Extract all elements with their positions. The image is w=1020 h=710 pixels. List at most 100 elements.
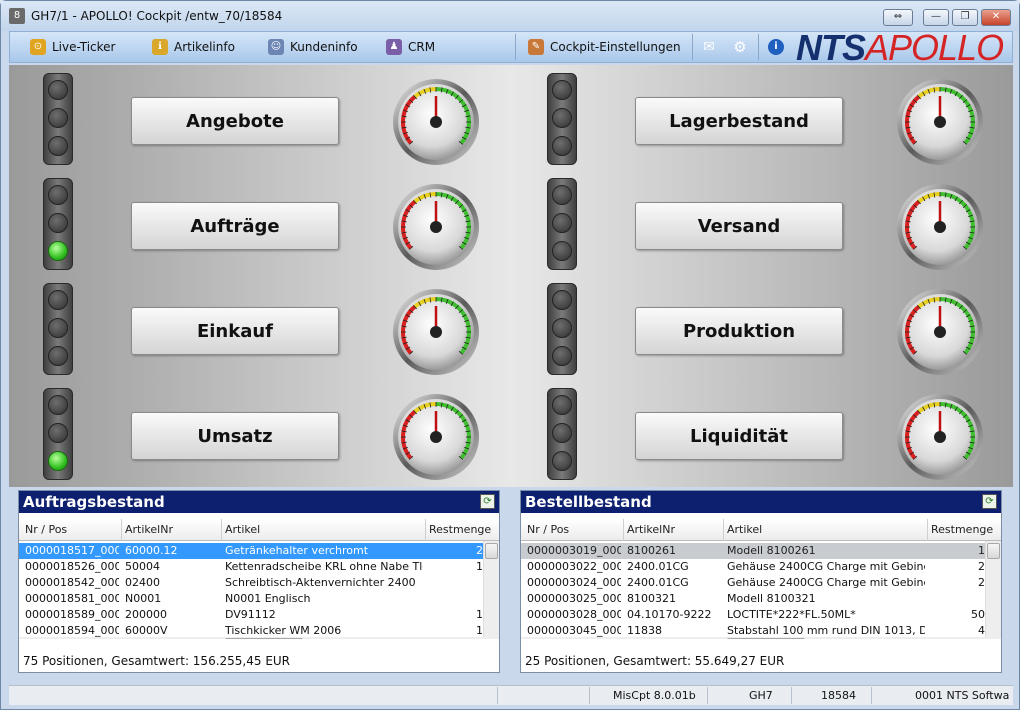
table-row[interactable]: 0000018581_0001 N0001 N0001 Englisch [19, 591, 485, 607]
kpi-button-versand[interactable]: Versand [635, 202, 843, 250]
table-cell: 0000018581_0001 [25, 592, 119, 605]
scroll-thumb[interactable] [727, 638, 805, 639]
kpi-button-angebote[interactable]: Angebote [131, 97, 339, 145]
menu-live-ticker[interactable]: ⊙ Live-Ticker [30, 39, 115, 55]
table-cell: 200000 [125, 608, 167, 621]
menu-label: CRM [408, 40, 436, 54]
gauge-icon[interactable] [896, 78, 984, 166]
table-row[interactable]: 0000003022_0001 2400.01CG Gehäuse 2400CG C… [521, 559, 987, 575]
traffic-light-lamp [48, 185, 68, 205]
table-cell: Gehäuse 2400CG Charge mit Gebinde [727, 576, 925, 589]
table-cell: 0000018517_0001 [25, 544, 119, 557]
menu-artikelinfo[interactable]: ℹ Artikelinfo [152, 39, 235, 55]
status-user: 0001 NTS Softwa [915, 689, 1010, 702]
table-row[interactable]: 0000018542_0001 02400 Schreibtisch-Aktenve… [19, 575, 485, 591]
menu-cockpit-einstellungen[interactable]: ✎ Cockpit-Einstellungen [528, 39, 681, 55]
column-header[interactable]: Artikel [225, 523, 260, 536]
menu-crm[interactable]: ♟ CRM [386, 39, 435, 55]
table-row[interactable]: 0000003019_0001 8100261 Modell 8100261 1 [521, 543, 987, 559]
gauge-icon[interactable] [896, 393, 984, 481]
traffic-light [43, 73, 73, 165]
status-separator [497, 687, 498, 704]
traffic-light [547, 388, 577, 480]
close-button[interactable]: ✕ [981, 9, 1011, 26]
mail-button[interactable]: ✉ [701, 39, 717, 55]
traffic-light-lamp [48, 290, 68, 310]
cockpit-dashboard: Angebote Aufträge Einkauf Umsatz Lagerbe… [9, 65, 1013, 487]
table-cell: 2 [978, 576, 985, 589]
column-header[interactable]: Nr / Pos [25, 523, 67, 536]
scroll-thumb[interactable] [485, 543, 498, 559]
column-header[interactable]: Nr / Pos [527, 523, 569, 536]
table-row[interactable]: 0000018526_0001 50004 Kettenradscheibe KRL… [19, 559, 485, 575]
column-header[interactable]: ArtikelNr [627, 523, 675, 536]
menu-kundeninfo[interactable]: ☺ Kundeninfo [268, 39, 358, 55]
maximize-button[interactable]: ❐ [952, 9, 978, 26]
options-button[interactable]: ⚙ [732, 39, 748, 55]
cockpit-right-column: Lagerbestand Versand Produktion Liquidit… [513, 65, 1013, 487]
traffic-light-lamp [552, 185, 572, 205]
gauge-icon[interactable] [392, 393, 480, 481]
traffic-light-lamp [48, 395, 68, 415]
gauge-icon[interactable] [896, 288, 984, 376]
nts-apollo-logo: NTSAPOLLO [796, 27, 1004, 68]
traffic-light-lamp [552, 80, 572, 100]
table-cell: Modell 8100321 [727, 592, 816, 605]
restore-size-button[interactable]: ⇔ [883, 9, 913, 26]
table-row[interactable]: 0000003024_0001 2400.01CG Gehäuse 2400CG C… [521, 575, 987, 591]
column-header[interactable]: Artikel [727, 523, 762, 536]
table-cell: 1 [978, 544, 985, 557]
table-cell: 8100321 [627, 592, 676, 605]
horizontal-scrollbar[interactable] [521, 637, 1001, 639]
gauge-icon[interactable] [392, 78, 480, 166]
kpi-button-liquidität[interactable]: Liquidität [635, 412, 843, 460]
minimize-button[interactable]: — [923, 9, 949, 26]
refresh-icon[interactable]: ⟳ [480, 494, 495, 509]
horizontal-scrollbar[interactable] [19, 637, 499, 639]
traffic-light-lamp [552, 423, 572, 443]
bestellbestand-panel: Bestellbestand ⟳ Nr / Pos ArtikelNr Artike… [520, 490, 1002, 673]
crm-icon: ♟ [386, 39, 402, 55]
panel-summary: 25 Positionen, Gesamtwert: 55.649,27 EUR [525, 654, 785, 668]
table-cell: 04.10170-9222 [627, 608, 712, 621]
scroll-thumb[interactable] [987, 543, 1000, 559]
column-header[interactable]: Restmenge [429, 523, 491, 536]
traffic-light-lamp [48, 80, 68, 100]
info-button[interactable]: i [768, 39, 784, 55]
kpi-button-umsatz[interactable]: Umsatz [131, 412, 339, 460]
gauge-icon[interactable] [896, 183, 984, 271]
table-cell: 2 [978, 560, 985, 573]
kpi-button-aufträge[interactable]: Aufträge [131, 202, 339, 250]
scroll-thumb[interactable] [225, 638, 303, 639]
mail-icon: ✉ [703, 39, 715, 55]
panel-summary: 75 Positionen, Gesamtwert: 156.255,45 EU… [23, 654, 291, 668]
table-cell: 2 [476, 544, 483, 557]
table-cell: 0000018589_0001 [25, 608, 119, 621]
refresh-icon[interactable]: ⟳ [982, 494, 997, 509]
column-header[interactable]: Restmenge [931, 523, 993, 536]
gauge-icon[interactable] [392, 288, 480, 376]
table-row[interactable]: 0000018517_0001 60000.12 Getränkehalter ve… [19, 543, 485, 559]
traffic-light-lamp [552, 451, 572, 471]
kpi-button-lagerbestand[interactable]: Lagerbestand [635, 97, 843, 145]
kpi-button-einkauf[interactable]: Einkauf [131, 307, 339, 355]
settings-clipboard-icon: ✎ [528, 39, 544, 55]
gauge-icon[interactable] [392, 183, 480, 271]
column-header[interactable]: ArtikelNr [125, 523, 173, 536]
menu-label: Cockpit-Einstellungen [550, 40, 681, 54]
vertical-scrollbar[interactable] [985, 541, 1001, 637]
table-cell: Gehäuse 2400CG Charge mit Gebinde [727, 560, 925, 573]
table-cell: Modell 8100261 [727, 544, 816, 557]
vertical-scrollbar[interactable] [483, 541, 499, 637]
table-cell: 0000018542_0001 [25, 576, 119, 589]
traffic-light-lamp [48, 136, 68, 156]
table-row[interactable]: 0000003028_0001 04.10170-9222 LOCTITE*222*… [521, 607, 987, 623]
app-icon: 8 [9, 8, 25, 24]
table-row[interactable]: 0000018589_0001 200000 DV91112 1 [19, 607, 485, 623]
customer-icon: ☺ [268, 39, 284, 55]
traffic-light-lamp [48, 318, 68, 338]
table-cell: Getränkehalter verchromt [225, 544, 369, 557]
kpi-button-produktion[interactable]: Produktion [635, 307, 843, 355]
table-row[interactable]: 0000003025_0001 8100321 Modell 8100321 [521, 591, 987, 607]
traffic-light [43, 283, 73, 375]
